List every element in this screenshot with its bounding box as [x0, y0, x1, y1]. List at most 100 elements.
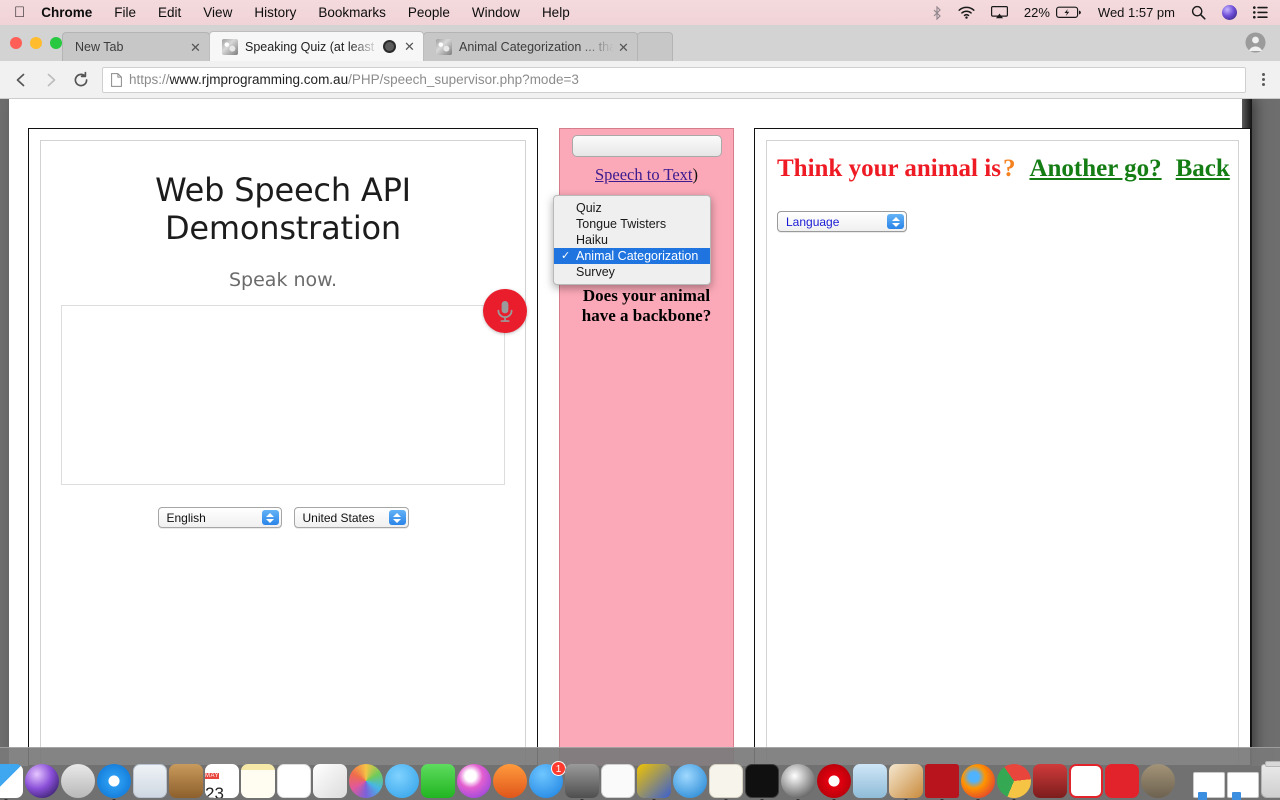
battery-charging-icon[interactable]	[1055, 6, 1082, 19]
speech-to-text-link[interactable]: Speech to Text	[595, 165, 693, 184]
dropdown-item-haiku[interactable]: Haiku	[554, 232, 710, 248]
photos-icon	[349, 764, 383, 798]
dock-item-document-1[interactable]	[1193, 754, 1225, 800]
dock-item-opera[interactable]	[817, 754, 851, 800]
dock-item-paintbrush[interactable]	[889, 754, 923, 800]
dock-item-font-book[interactable]	[709, 754, 743, 800]
dropdown-item-animal-categorization[interactable]: ✓ Animal Categorization	[554, 248, 710, 264]
spotlight-search-icon[interactable]	[1191, 5, 1206, 20]
dock-item-mamp[interactable]	[781, 754, 815, 800]
dropdown-item-quiz[interactable]: Quiz	[554, 200, 710, 216]
dock-item-launchpad[interactable]	[61, 754, 95, 798]
back-link[interactable]: Back	[1176, 155, 1230, 182]
browser-tab-speaking-quiz[interactable]: Speaking Quiz (at least on C ✕	[209, 31, 424, 61]
forward-arrow-icon	[36, 65, 66, 95]
apple-logo-icon[interactable]: 	[14, 5, 25, 20]
maximize-window-button[interactable]	[50, 37, 62, 49]
close-icon[interactable]: ✕	[618, 41, 629, 54]
tabs-container: New Tab ✕ Speaking Quiz (at least on C ✕…	[62, 31, 673, 61]
stepper-arrows-icon[interactable]	[388, 510, 406, 525]
dock-item-terminal[interactable]	[745, 754, 779, 800]
airplay-icon[interactable]	[990, 6, 1008, 19]
close-icon[interactable]: ✕	[404, 40, 415, 53]
back-arrow-icon[interactable]	[6, 65, 36, 95]
browser-tab-new-tab[interactable]: New Tab ✕	[62, 32, 210, 61]
dock-item-calendar[interactable]: MAY 23	[205, 754, 239, 798]
dock-item-app-store[interactable]: 1	[529, 754, 566, 798]
stepper-arrows-icon[interactable]	[261, 510, 279, 525]
menu-item-view[interactable]: View	[203, 5, 232, 20]
app-store-icon: 1	[529, 761, 566, 798]
dock-item-mail[interactable]	[133, 754, 167, 798]
dock-item-preview[interactable]	[601, 754, 635, 798]
new-tab-button[interactable]	[637, 32, 673, 61]
minimize-window-button[interactable]	[30, 37, 42, 49]
dropdown-item-tongue-twisters[interactable]: Tongue Twisters	[554, 216, 710, 232]
dock-item-news[interactable]	[313, 754, 347, 798]
sketchup-icon	[1069, 764, 1103, 798]
menu-item-help[interactable]: Help	[542, 5, 570, 20]
menu-item-file[interactable]: File	[114, 5, 136, 20]
dock-item-finder[interactable]	[0, 754, 23, 800]
close-window-button[interactable]	[10, 37, 22, 49]
tab-recording-indicator-icon[interactable]	[383, 40, 396, 53]
dock-item-ibooks[interactable]	[493, 754, 527, 798]
dock-item-reminders[interactable]	[277, 754, 311, 798]
bluetooth-icon[interactable]	[933, 5, 942, 20]
dock-item-messages[interactable]	[385, 754, 419, 798]
menu-item-people[interactable]: People	[408, 5, 450, 20]
dock-item-wamp[interactable]	[637, 754, 671, 800]
siri-icon[interactable]	[1222, 5, 1237, 20]
close-icon[interactable]: ✕	[190, 41, 201, 54]
menu-item-bookmarks[interactable]: Bookmarks	[318, 5, 386, 20]
dock-item-notes[interactable]	[241, 754, 275, 798]
page-document-icon	[111, 72, 122, 87]
result-language-select[interactable]: Language	[777, 211, 907, 232]
dock-item-sketchup[interactable]	[1069, 754, 1103, 798]
dock-item-safari[interactable]	[97, 754, 131, 800]
browser-tab-animal-categorization[interactable]: Animal Categorization ... thank ✕	[423, 32, 638, 61]
wifi-icon[interactable]	[958, 6, 975, 19]
notification-center-icon[interactable]	[1253, 6, 1268, 19]
dialect-select[interactable]: United States	[293, 507, 409, 528]
dock-item-facetime[interactable]	[421, 754, 455, 798]
dock-item-filezilla[interactable]	[925, 754, 959, 800]
another-go-link[interactable]: Another go?	[1029, 155, 1161, 182]
reload-icon[interactable]	[66, 65, 96, 95]
tab-title: Animal Categorization ... thank	[459, 40, 614, 54]
tab-favicon-icon	[436, 39, 452, 55]
dock-item-system-preferences[interactable]	[565, 754, 599, 800]
mamp-icon	[781, 764, 815, 798]
stepper-arrows-icon[interactable]	[887, 214, 904, 229]
dock-item-quicktime[interactable]	[673, 754, 707, 798]
mode-dropdown-menu[interactable]: Quiz Tongue Twisters Haiku ✓ Animal Cate…	[553, 195, 711, 285]
itunes-icon	[457, 764, 491, 798]
dock-item-gimp[interactable]	[1141, 754, 1175, 798]
language-select[interactable]: English	[157, 507, 282, 528]
dock-item-firefox[interactable]	[961, 754, 995, 800]
dock-item-photo-booth[interactable]	[1033, 754, 1067, 798]
dock-item-document-2[interactable]	[1227, 754, 1259, 800]
transcript-input[interactable]	[61, 305, 505, 485]
dock-item-chrome[interactable]	[997, 754, 1031, 800]
microphone-icon[interactable]	[483, 289, 527, 333]
three-dot-menu-icon[interactable]	[1252, 73, 1274, 86]
mode-select[interactable]	[572, 135, 722, 157]
dock-item-image-capture[interactable]	[853, 754, 887, 798]
menu-item-edit[interactable]: Edit	[158, 5, 181, 20]
menu-item-history[interactable]: History	[254, 5, 296, 20]
dropdown-item-survey[interactable]: Survey	[554, 264, 710, 280]
dock-item-screenflow[interactable]	[1105, 754, 1139, 798]
clock-label[interactable]: Wed 1:57 pm	[1098, 5, 1175, 20]
left-panel-speech-demo: Web Speech API Demonstration Speak now.	[28, 128, 538, 766]
dock-item-photos[interactable]	[349, 754, 383, 798]
menu-item-chrome[interactable]: Chrome	[41, 5, 92, 20]
profile-avatar-icon[interactable]	[1245, 32, 1266, 53]
menu-item-window[interactable]: Window	[472, 5, 520, 20]
dock-item-contacts[interactable]	[169, 754, 203, 798]
address-bar[interactable]: https://www.rjmprogramming.com.au/PHP/sp…	[102, 66, 1246, 93]
dock-item-siri[interactable]	[25, 754, 59, 798]
calendar-month: MAY	[205, 773, 220, 779]
dock-item-trash[interactable]	[1261, 754, 1280, 798]
dock-item-itunes[interactable]	[457, 754, 491, 798]
